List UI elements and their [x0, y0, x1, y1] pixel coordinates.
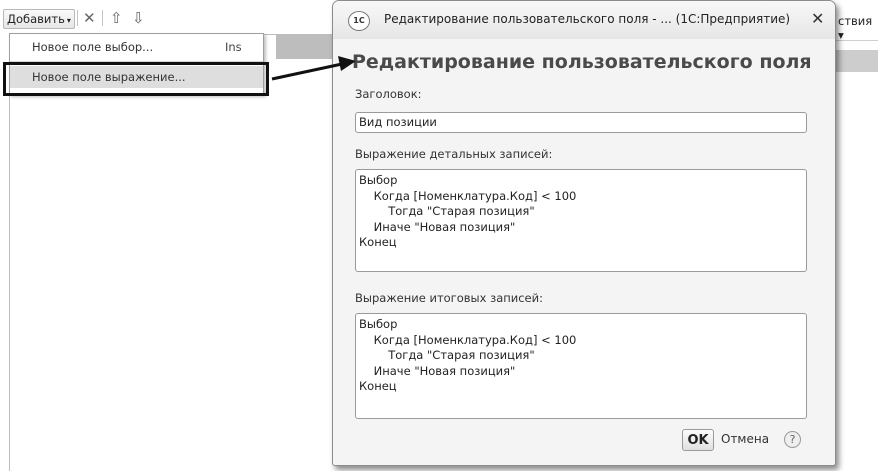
annotation-arrow-icon [271, 56, 356, 81]
